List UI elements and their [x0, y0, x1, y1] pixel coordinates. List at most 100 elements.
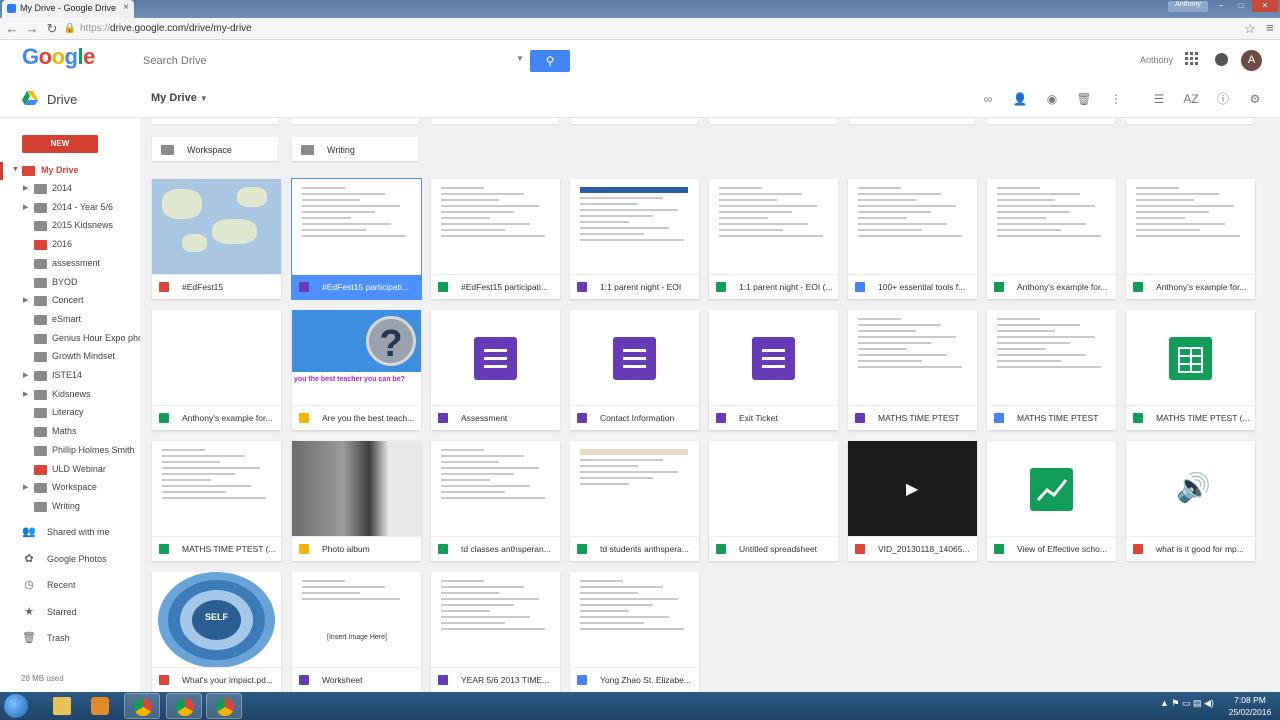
- expand-arrow-icon[interactable]: ▶: [23, 483, 28, 491]
- file-tile[interactable]: [Insert Image Here] Worksheet: [292, 572, 421, 692]
- share-icon[interactable]: 👤: [1012, 91, 1028, 107]
- sidebar-folder-item[interactable]: Phillip Holmes Smith: [0, 442, 140, 460]
- sidebar-folder-item[interactable]: 2015 Kidsnews: [0, 217, 140, 235]
- sidebar-folder-item[interactable]: ▶ ISTE14: [0, 367, 140, 385]
- bookmark-star-icon[interactable]: ☆: [1244, 21, 1256, 37]
- file-tile[interactable]: #EdFest15: [152, 179, 281, 299]
- file-tile[interactable]: View of Effective scho...: [987, 441, 1116, 561]
- expand-arrow-icon[interactable]: ▼: [12, 166, 19, 173]
- account-name[interactable]: Anthony: [1140, 55, 1173, 65]
- search-options-chevron-icon[interactable]: ▼: [516, 54, 524, 63]
- sidebar-folder-item[interactable]: BYOD: [0, 274, 140, 292]
- sidebar-link-recent[interactable]: ◷ Recent: [0, 575, 140, 595]
- file-tile[interactable]: #EdFest15 participati...: [292, 179, 421, 299]
- file-tile[interactable]: MATHS TIME PTEST: [987, 310, 1116, 430]
- explorer-taskbar-button[interactable]: [44, 693, 80, 719]
- tab-close-icon[interactable]: ×: [123, 2, 129, 13]
- sidebar-folder-item[interactable]: ▶ Workspace: [0, 479, 140, 497]
- apps-grid-icon[interactable]: [1185, 52, 1199, 66]
- folder-writing[interactable]: Writing: [292, 137, 418, 161]
- expand-arrow-icon[interactable]: ▶: [23, 296, 28, 304]
- sidebar-folder-item[interactable]: ▶ 2014: [0, 180, 140, 198]
- trash-icon[interactable]: 🗑: [1076, 91, 1092, 107]
- sidebar-folder-item[interactable]: ▶ Concert: [0, 292, 140, 310]
- sidebar-folder-item[interactable]: Writing: [0, 498, 140, 516]
- file-tile[interactable]: Assessment: [431, 310, 560, 430]
- window-close-icon[interactable]: ✕: [1252, 0, 1278, 12]
- url-field[interactable]: https://drive.google.com/drive/my-drive: [80, 21, 1230, 37]
- file-tile[interactable]: MATHS TIME PTEST: [848, 310, 977, 430]
- reload-icon[interactable]: ↻: [44, 21, 60, 37]
- chrome-taskbar-button[interactable]: [206, 693, 242, 719]
- list-view-icon[interactable]: ☰: [1151, 91, 1167, 107]
- details-info-icon[interactable]: ⓘ: [1215, 91, 1231, 107]
- expand-arrow-icon[interactable]: ▶: [23, 371, 28, 379]
- link-icon[interactable]: ∞: [980, 91, 996, 107]
- file-tile[interactable]: Contact Information: [570, 310, 699, 430]
- sidebar-folder-item[interactable]: Genius Hour Expo pho: [0, 330, 140, 348]
- back-icon[interactable]: ←: [4, 21, 20, 37]
- sidebar-link-starred[interactable]: ★ Starred: [0, 602, 140, 622]
- sidebar-link-trash[interactable]: 🗑 Trash: [0, 628, 140, 648]
- sidebar-folder-item[interactable]: Maths: [0, 423, 140, 441]
- forward-icon[interactable]: →: [24, 21, 40, 37]
- file-tile[interactable]: MATHS TIME PTEST (...: [1126, 310, 1255, 430]
- file-tile[interactable]: MATHS TIME PTEST (...: [152, 441, 281, 561]
- file-tile[interactable]: SELF What's your impact.pd...: [152, 572, 281, 692]
- file-tile[interactable]: ▶ VID_20130118_14065...: [848, 441, 977, 561]
- file-tile[interactable]: Photo album: [292, 441, 421, 561]
- sidebar-folder-item[interactable]: ▶ Kidsnews: [0, 386, 140, 404]
- file-tile[interactable]: ? you the best teacher you can be? Are you…: [292, 310, 421, 430]
- sidebar-folder-item[interactable]: 2016: [0, 236, 140, 254]
- drive-title[interactable]: Drive: [47, 92, 77, 107]
- file-tile[interactable]: 1:1 parent night - EOI (...: [709, 179, 838, 299]
- file-tile[interactable]: Anthony's example for...: [987, 179, 1116, 299]
- sidebar-item-my-drive[interactable]: ▼ My Drive: [0, 162, 140, 180]
- new-button[interactable]: NEW: [22, 135, 98, 153]
- expand-arrow-icon[interactable]: ▶: [23, 203, 28, 211]
- settings-gear-icon[interactable]: ⚙: [1247, 91, 1263, 107]
- sidebar-folder-item[interactable]: assessment: [0, 255, 140, 273]
- file-tile[interactable]: 100+ essential tools f...: [848, 179, 977, 299]
- profile-chip[interactable]: Anthony: [1168, 1, 1208, 12]
- more-actions-icon[interactable]: ⋮: [1108, 91, 1124, 107]
- file-tile[interactable]: Anthony's example for...: [152, 310, 281, 430]
- file-tile[interactable]: td classes anthsperan...: [431, 441, 560, 561]
- location-dropdown[interactable]: My Drive ▼: [151, 92, 208, 104]
- file-tile[interactable]: Yong Zhao St. Elizabe...: [570, 572, 699, 692]
- sidebar-link-shared-with-me[interactable]: 👥 Shared with me: [0, 522, 140, 542]
- maximize-icon[interactable]: □: [1232, 0, 1250, 12]
- sidebar-folder-item[interactable]: Growth Mindset: [0, 348, 140, 366]
- browser-tab[interactable]: My Drive - Google Drive ×: [2, 0, 134, 18]
- file-tile[interactable]: YEAR 5/6 2013 TIME...: [431, 572, 560, 692]
- avatar[interactable]: A: [1241, 50, 1262, 71]
- search-input[interactable]: [137, 51, 507, 71]
- expand-arrow-icon[interactable]: ▶: [23, 390, 28, 398]
- folder-workspace[interactable]: Workspace: [152, 137, 278, 161]
- media-taskbar-button[interactable]: [82, 693, 118, 719]
- file-tile[interactable]: td students anthspera...: [570, 441, 699, 561]
- minimize-icon[interactable]: –: [1212, 0, 1230, 12]
- file-tile[interactable]: Anthony's example for...: [1126, 179, 1255, 299]
- file-tile[interactable]: Untitled spreadsheet: [709, 441, 838, 561]
- google-logo[interactable]: Google: [22, 44, 95, 70]
- taskbar-clock[interactable]: 7:08 PM 25/02/2016: [1226, 694, 1274, 718]
- start-button[interactable]: [4, 694, 28, 718]
- sort-icon[interactable]: AZ: [1183, 91, 1199, 107]
- chrome-taskbar-button[interactable]: [166, 693, 202, 719]
- sidebar-folder-item[interactable]: eSmart: [0, 311, 140, 329]
- sidebar-folder-item[interactable]: ULD Webinar: [0, 461, 140, 479]
- file-tile[interactable]: 1:1 parent night - EOI: [570, 179, 699, 299]
- notifications-icon[interactable]: [1215, 53, 1228, 66]
- file-tile[interactable]: #EdFest15 participati...: [431, 179, 560, 299]
- search-button[interactable]: ⚲: [530, 50, 570, 72]
- sidebar-folder-item[interactable]: Literacy: [0, 404, 140, 422]
- chrome-taskbar-button[interactable]: [124, 693, 160, 719]
- file-tile[interactable]: 🔊 what is it good for mp...: [1126, 441, 1255, 561]
- expand-arrow-icon[interactable]: ▶: [23, 184, 28, 192]
- system-tray[interactable]: ▲ ⚑ ▭ ▤ ◀): [1160, 698, 1214, 709]
- sidebar-folder-item[interactable]: ▶ 2014 - Year 5/6: [0, 199, 140, 217]
- file-tile[interactable]: Exit Ticket: [709, 310, 838, 430]
- preview-eye-icon[interactable]: ◉: [1044, 91, 1060, 107]
- browser-menu-icon[interactable]: ≡: [1266, 20, 1274, 35]
